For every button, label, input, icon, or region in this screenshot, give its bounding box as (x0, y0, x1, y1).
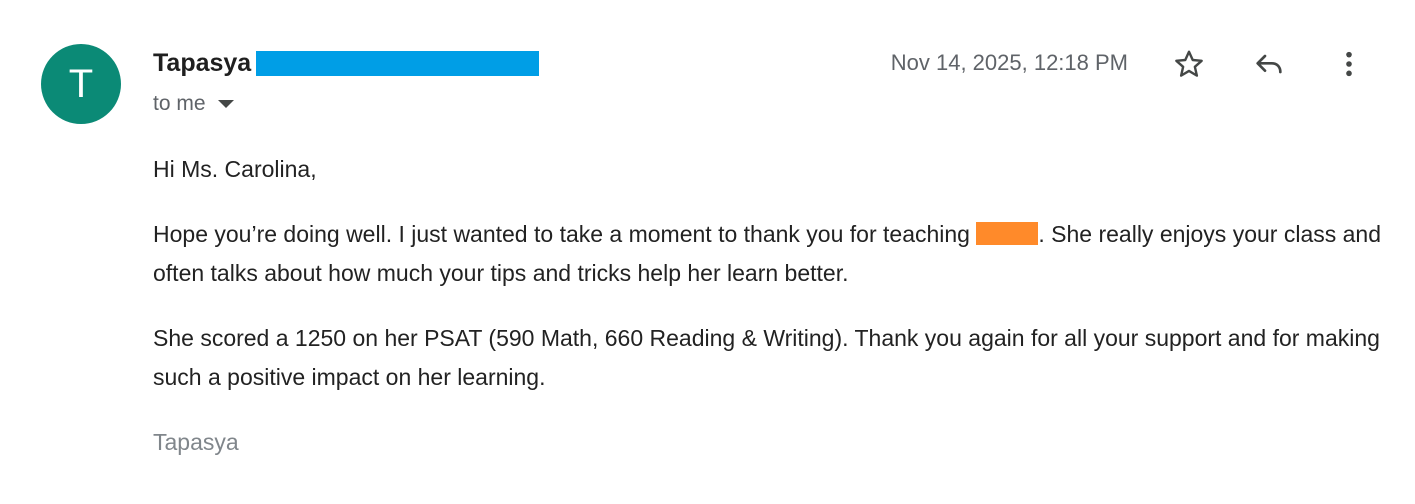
reply-button[interactable] (1249, 44, 1289, 84)
more-options-button[interactable] (1329, 44, 1369, 84)
recipient-row[interactable]: to me (153, 90, 234, 118)
body-paragraph-2: She scored a 1250 on her PSAT (590 Math,… (153, 325, 1380, 390)
star-button[interactable] (1169, 44, 1209, 84)
body-paragraph-1: Hope you’re doing well. I just wanted to… (153, 215, 1388, 293)
more-vert-icon (1346, 51, 1352, 77)
greeting: Hi Ms. Carolina, (153, 156, 317, 182)
reply-icon (1256, 54, 1282, 74)
chevron-down-icon[interactable] (217, 100, 234, 108)
para1-text-before: Hope you’re doing well. I just wanted to… (153, 221, 977, 247)
sender-row: Tapasya (153, 46, 540, 80)
message-body: Hi Ms. Carolina, Hope you’re doing well.… (153, 150, 1388, 462)
message-timestamp: Nov 14, 2025, 12:18 PM (890, 50, 1128, 75)
star-icon (1175, 50, 1203, 77)
redacted-student-name (976, 222, 1039, 245)
signature: Tapasya (153, 429, 239, 455)
redacted-sender-email (256, 50, 540, 76)
sender-avatar: T (41, 44, 121, 124)
sender-name[interactable]: Tapasya (153, 49, 251, 78)
recipient-label: to me (153, 92, 206, 115)
